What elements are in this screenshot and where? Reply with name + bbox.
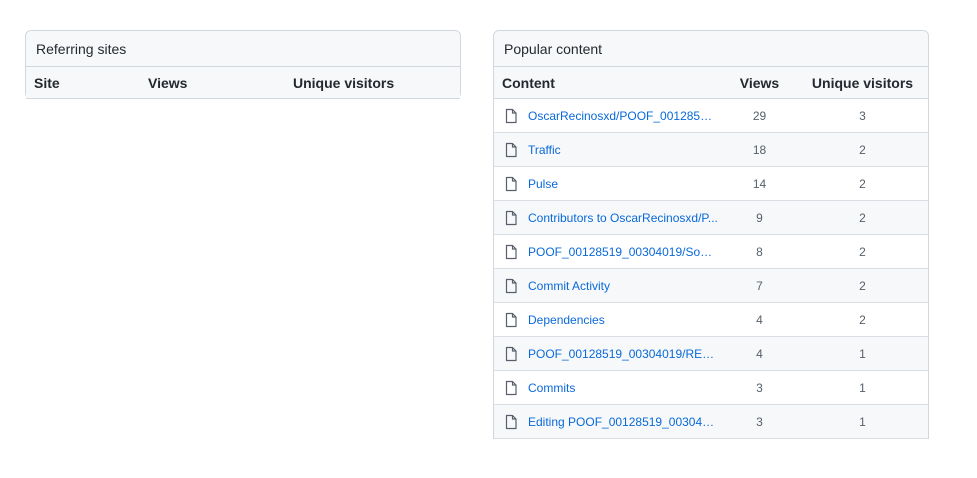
file-icon: [505, 210, 517, 225]
file-icon: [505, 312, 517, 327]
column-header-content: Content: [494, 67, 722, 99]
content-cell-wrap: Editing POOF_00128519_0030401...: [494, 414, 722, 430]
unique-visitors-cell: 2: [797, 166, 928, 201]
content-cell-wrap: POOF_00128519_00304019/READ...: [494, 346, 722, 362]
content-link[interactable]: Pulse: [528, 177, 558, 191]
content-cell: Traffic: [494, 132, 722, 167]
table-row: POOF_00128519_00304019/Sourc... 8 2: [494, 234, 928, 269]
views-cell: 3: [722, 404, 797, 439]
content-cell: Dependencies: [494, 302, 722, 337]
views-cell: 7: [722, 268, 797, 303]
content-cell: Pulse: [494, 166, 722, 201]
content-link[interactable]: Commits: [528, 381, 575, 395]
file-icon: [505, 176, 517, 191]
content-cell: OscarRecinosxd/POOF_00128519_...: [494, 98, 722, 133]
unique-visitors-cell: 2: [797, 302, 928, 337]
views-cell: 29: [722, 98, 797, 133]
views-cell: 9: [722, 200, 797, 235]
unique-visitors-cell: 2: [797, 132, 928, 167]
file-icon: [505, 108, 517, 123]
unique-visitors-cell: 2: [797, 234, 928, 269]
unique-visitors-cell: 2: [797, 200, 928, 235]
file-icon: [505, 414, 517, 429]
referring-sites-panel: Referring sites Site Views Unique visito…: [25, 30, 461, 99]
file-icon: [505, 244, 517, 259]
content-link[interactable]: POOF_00128519_00304019/READ...: [528, 347, 718, 361]
views-cell: 4: [722, 336, 797, 371]
content-cell: Contributors to OscarRecinosxd/P...: [494, 200, 722, 235]
unique-visitors-cell: 1: [797, 404, 928, 439]
column-header-unique-visitors: Unique visitors: [797, 67, 928, 99]
popular-content-header-row: Content Views Unique visitors: [494, 67, 928, 99]
column-header-views: Views: [722, 67, 797, 99]
content-link[interactable]: Dependencies: [528, 313, 605, 327]
table-row: Editing POOF_00128519_0030401... 3 1: [494, 404, 928, 439]
views-cell: 18: [722, 132, 797, 167]
file-icon: [505, 380, 517, 395]
file-icon: [505, 346, 517, 361]
content-cell-wrap: Contributors to OscarRecinosxd/P...: [494, 210, 722, 226]
file-icon: [505, 142, 517, 157]
content-cell: POOF_00128519_00304019/READ...: [494, 336, 722, 371]
content-cell-wrap: Pulse: [494, 176, 722, 192]
content-link[interactable]: Contributors to OscarRecinosxd/P...: [528, 211, 718, 225]
content-cell-wrap: POOF_00128519_00304019/Sourc...: [494, 244, 722, 260]
views-cell: 4: [722, 302, 797, 337]
referring-sites-table: Site Views Unique visitors: [26, 67, 460, 99]
file-icon: [505, 278, 517, 293]
column-header-views: Views: [140, 67, 285, 99]
content-cell-wrap: Dependencies: [494, 312, 722, 328]
views-cell: 3: [722, 370, 797, 405]
unique-visitors-cell: 3: [797, 98, 928, 133]
views-cell: 8: [722, 234, 797, 269]
popular-content-table: Content Views Unique visitors OscarRecin…: [494, 67, 928, 439]
content-cell-wrap: Traffic: [494, 142, 722, 158]
content-cell: Commit Activity: [494, 268, 722, 303]
table-row: OscarRecinosxd/POOF_00128519_... 29 3: [494, 98, 928, 133]
content-link[interactable]: Commit Activity: [528, 279, 610, 293]
table-row: Contributors to OscarRecinosxd/P... 9 2: [494, 200, 928, 235]
table-row: Commits 3 1: [494, 370, 928, 405]
content-cell-wrap: OscarRecinosxd/POOF_00128519_...: [494, 108, 722, 124]
unique-visitors-cell: 1: [797, 336, 928, 371]
content-link[interactable]: Traffic: [528, 143, 561, 157]
table-row: Traffic 18 2: [494, 132, 928, 167]
referring-sites-header-row: Site Views Unique visitors: [26, 67, 460, 99]
content-cell: Editing POOF_00128519_0030401...: [494, 404, 722, 439]
views-cell: 14: [722, 166, 797, 201]
table-row: Pulse 14 2: [494, 166, 928, 201]
content-cell: Commits: [494, 370, 722, 405]
unique-visitors-cell: 1: [797, 370, 928, 405]
popular-content-title: Popular content: [494, 31, 928, 67]
table-row: POOF_00128519_00304019/READ... 4 1: [494, 336, 928, 371]
content-cell: POOF_00128519_00304019/Sourc...: [494, 234, 722, 269]
content-link[interactable]: OscarRecinosxd/POOF_00128519_...: [528, 109, 718, 123]
table-row: Commit Activity 7 2: [494, 268, 928, 303]
content-cell-wrap: Commits: [494, 380, 722, 396]
column-header-unique-visitors: Unique visitors: [285, 67, 460, 99]
table-row: Dependencies 4 2: [494, 302, 928, 337]
popular-content-panel: Popular content Content Views Unique vis…: [493, 30, 929, 439]
column-header-site: Site: [26, 67, 140, 99]
referring-sites-title: Referring sites: [26, 31, 460, 67]
content-cell-wrap: Commit Activity: [494, 278, 722, 294]
content-link[interactable]: POOF_00128519_00304019/Sourc...: [528, 245, 718, 259]
unique-visitors-cell: 2: [797, 268, 928, 303]
content-link[interactable]: Editing POOF_00128519_0030401...: [528, 415, 718, 429]
